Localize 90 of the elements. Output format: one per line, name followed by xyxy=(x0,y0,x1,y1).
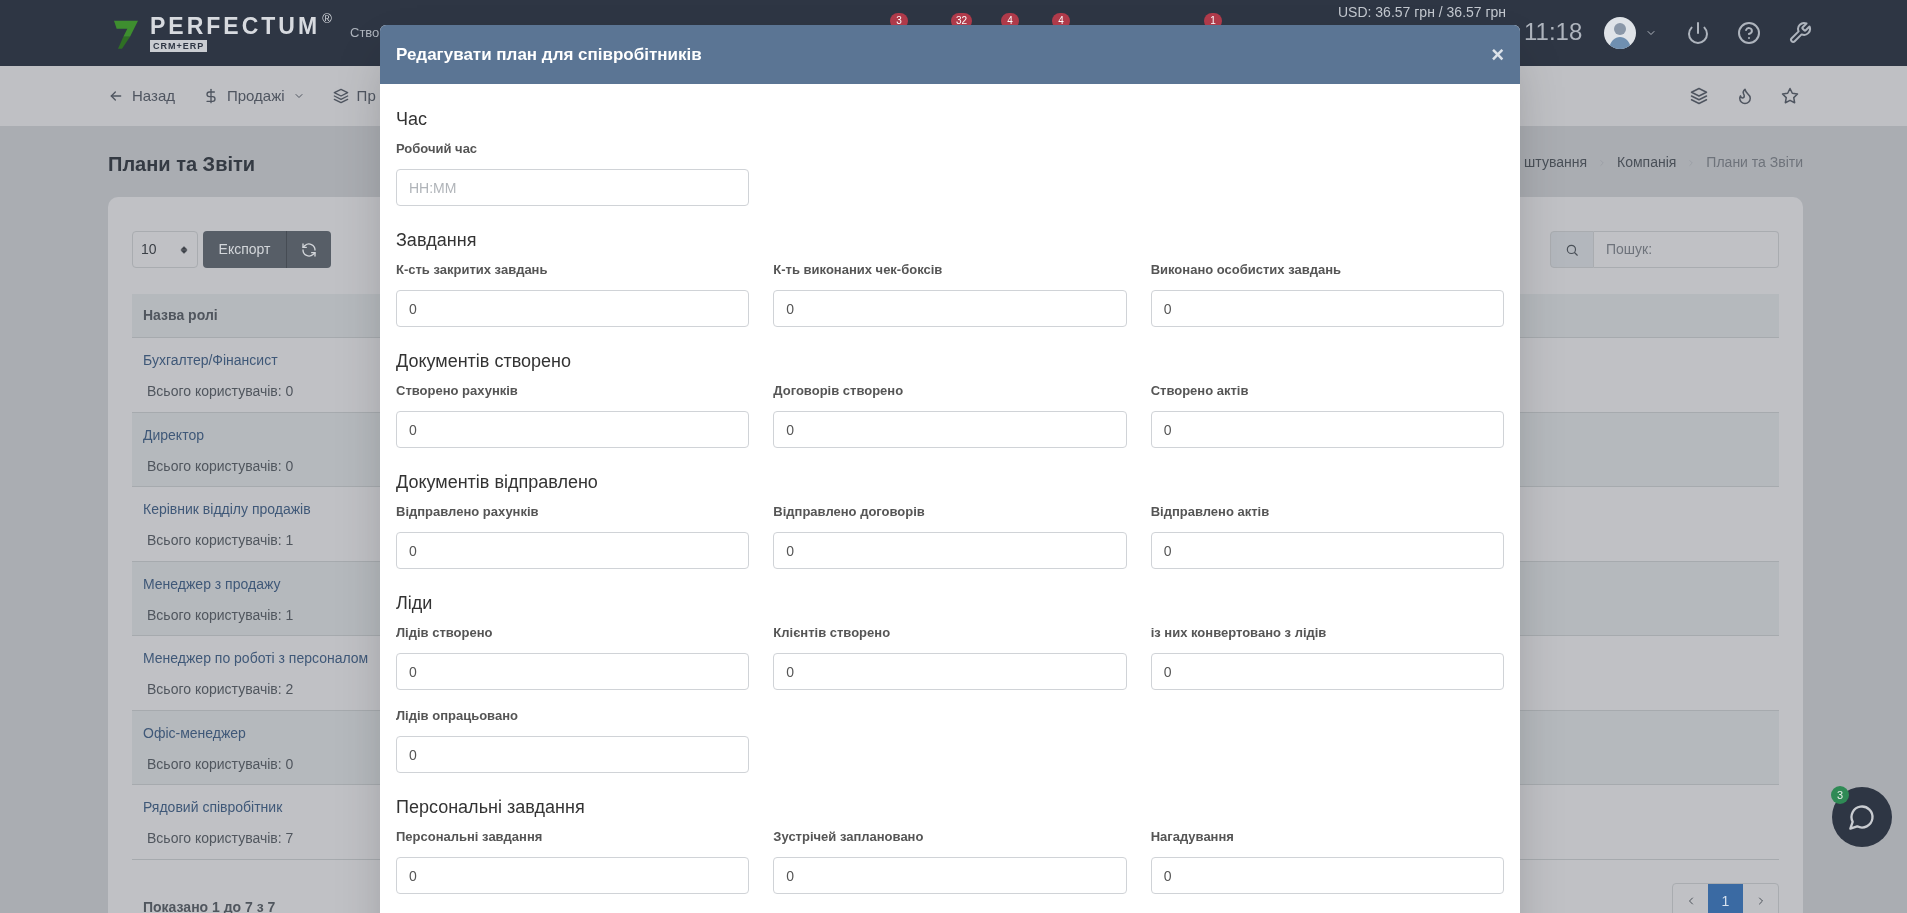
role-link[interactable]: Керівник відділу продажів xyxy=(143,499,311,519)
field-label: Створено рахунків xyxy=(396,383,518,399)
section-heading: Документів створено xyxy=(396,350,572,372)
role-link[interactable]: Рядовий співробітник xyxy=(143,797,283,817)
role-link[interactable]: Офіс-менеджер xyxy=(143,722,246,743)
breadcrumb-link[interactable]: штування xyxy=(1524,152,1587,173)
breadcrumb-link[interactable]: Компанія xyxy=(1617,152,1677,173)
input-field[interactable]: 0 xyxy=(773,857,1127,894)
field-label: Виконано особистих завдань xyxy=(1150,262,1342,278)
role-link[interactable]: Менеджер з продажу xyxy=(143,573,281,594)
notification-badge: 3 xyxy=(1831,786,1849,804)
refresh-button[interactable] xyxy=(287,231,331,268)
clock: 11:18 xyxy=(1524,17,1583,47)
help-icon[interactable] xyxy=(1737,21,1761,45)
layers-icon xyxy=(332,88,349,104)
wrench-icon[interactable] xyxy=(1788,21,1812,45)
table-cell-text: Всього користувачів: 1 xyxy=(147,531,294,550)
section-heading: Ліди xyxy=(396,592,434,614)
refresh-icon xyxy=(301,241,317,258)
chat-bubble-icon xyxy=(1848,803,1876,831)
input-field[interactable]: 0 xyxy=(773,290,1127,327)
section-heading: Персональні завдання xyxy=(396,796,586,818)
table-cell-text: Всього користувачів: 7 xyxy=(147,829,294,848)
field-label: Клієнтів створено xyxy=(773,625,891,641)
input-field[interactable]: 0 xyxy=(1150,411,1504,448)
currency-rate: USD: 36.57 грн / 36.57 грн xyxy=(1338,4,1507,21)
table-cell-text: Всього користувачів: 2 xyxy=(147,680,294,699)
field-label: К-сть закритих завдань xyxy=(396,262,548,278)
column-header: Назва ролі xyxy=(143,306,218,325)
role-link[interactable]: Менеджер по роботі з персоналом xyxy=(143,648,369,668)
modal-title: Редагувати план для співробітників xyxy=(396,43,702,66)
input-field[interactable]: 0 xyxy=(396,653,750,690)
section-heading: Час xyxy=(396,108,428,130)
input-field[interactable]: HH:MM xyxy=(396,169,750,206)
page-title: Плани та Звіти xyxy=(108,152,256,177)
chat-button[interactable] xyxy=(1832,787,1892,847)
role-link[interactable]: Директор xyxy=(143,424,204,445)
input-field[interactable]: 0 xyxy=(396,857,750,894)
input-field[interactable]: 0 xyxy=(1150,532,1504,569)
dollar-icon xyxy=(203,88,219,104)
search-field[interactable]: Пошук: xyxy=(1594,231,1779,268)
power-icon[interactable] xyxy=(1686,21,1710,45)
logo-text: PERFECTUM xyxy=(150,12,321,40)
sort-arrows-icon xyxy=(179,243,189,256)
input-field[interactable]: 0 xyxy=(773,653,1127,690)
back-arrow-icon xyxy=(108,88,124,104)
field-label: Лідів створено xyxy=(396,625,493,641)
layers-icon[interactable] xyxy=(1690,87,1708,105)
table-cell-text: Всього користувачів: 1 xyxy=(147,605,294,625)
input-field[interactable]: 0 xyxy=(396,411,750,448)
field-label: Робочий час xyxy=(396,141,478,157)
nav-item[interactable]: Назад xyxy=(108,84,175,108)
input-field[interactable]: 0 xyxy=(1150,857,1504,894)
star-icon[interactable] xyxy=(1781,87,1799,105)
page-size-select[interactable]: 10 xyxy=(132,231,198,268)
table-cell-text: Всього користувачів: 0 xyxy=(147,382,294,401)
flame-icon[interactable] xyxy=(1736,87,1754,105)
menu-item[interactable]: Ство xyxy=(350,23,380,43)
nav-item[interactable]: Пр xyxy=(332,84,376,108)
search-icon xyxy=(1565,242,1579,257)
input-field[interactable]: 0 xyxy=(396,290,750,327)
field-label: із них конвертовано з лідів xyxy=(1150,625,1327,641)
page-button[interactable]: 1 xyxy=(1708,883,1743,913)
field-label: Договорів створено xyxy=(773,383,904,399)
export-button[interactable]: Експорт xyxy=(203,231,287,268)
field-label: Лідів опрацьовано xyxy=(396,708,518,724)
input-field[interactable]: 0 xyxy=(1150,290,1504,327)
field-label: Відправлено рахунків xyxy=(396,504,539,520)
input-field[interactable]: 0 xyxy=(396,532,750,569)
input-field[interactable]: 0 xyxy=(773,532,1127,569)
role-link[interactable]: Бухгалтер/Фінансист xyxy=(143,350,278,370)
table-cell-text: Всього користувачів: 0 xyxy=(147,754,294,774)
logo-subtitle: CRM+ERP xyxy=(150,40,208,52)
field-label: Відправлено договорів xyxy=(773,504,925,520)
input-field[interactable]: 0 xyxy=(1150,653,1504,690)
field-label: Створено актів xyxy=(1150,383,1249,399)
input-field[interactable]: 0 xyxy=(773,411,1127,448)
registered-mark: ® xyxy=(322,12,332,25)
field-label: Персональні завдання xyxy=(396,829,543,845)
input-field[interactable]: 0 xyxy=(396,736,750,773)
user-avatar[interactable] xyxy=(1604,17,1636,49)
field-label: К-ть виконаних чек-боксів xyxy=(773,262,943,278)
nav-item[interactable]: Продажі xyxy=(203,84,305,108)
section-heading: Документів відправлено xyxy=(396,471,599,493)
field-label: Нагадування xyxy=(1150,829,1234,845)
field-label: Зустрічей заплановано xyxy=(773,829,924,845)
table-cell-text: Всього користувачів: 0 xyxy=(147,456,294,476)
close-button[interactable]: × xyxy=(1491,43,1504,66)
field-label: Відправлено актів xyxy=(1150,504,1270,520)
section-heading: Завдання xyxy=(396,229,478,251)
